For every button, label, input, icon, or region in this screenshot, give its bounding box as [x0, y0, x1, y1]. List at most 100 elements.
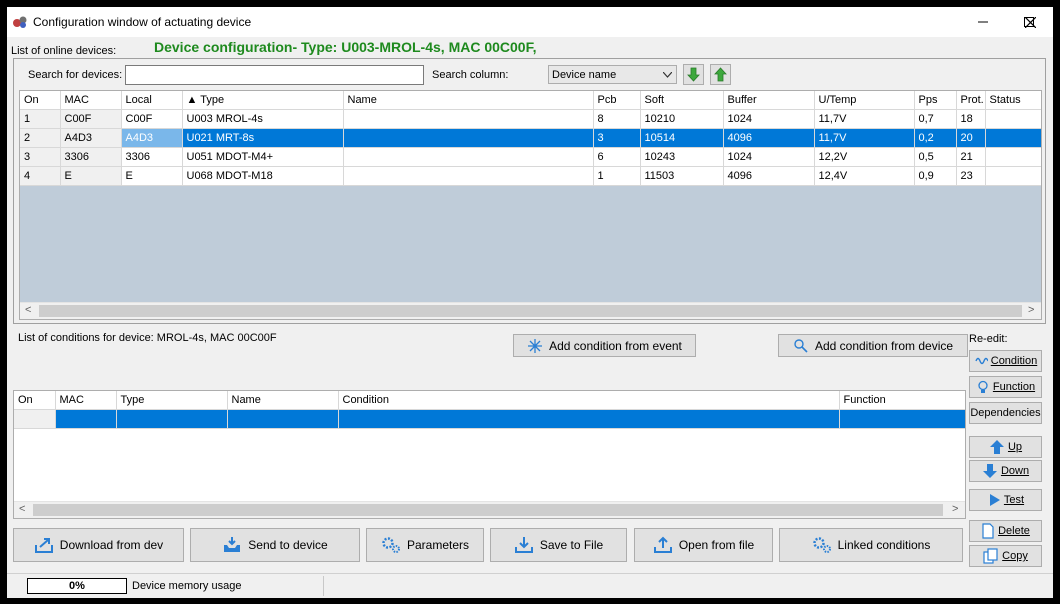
table-cell: C00F	[60, 109, 122, 129]
gears-icon	[812, 537, 831, 553]
add-condition-from-event-label: Add condition from event	[549, 338, 682, 353]
table-cell: E	[60, 166, 122, 186]
column-header[interactable]: ▲ Type	[182, 91, 344, 110]
column-header[interactable]: Local	[121, 91, 183, 110]
table-cell: 11,7V	[814, 109, 915, 129]
column-header[interactable]: Pps	[914, 91, 957, 110]
up-button[interactable]: Up	[969, 436, 1042, 458]
down-button[interactable]: Down	[969, 460, 1042, 482]
scrollbar-thumb[interactable]	[39, 305, 1022, 317]
arrow-up-icon	[989, 440, 1004, 454]
open-from-file-button[interactable]: Open from file	[634, 528, 773, 562]
table-cell: 1	[20, 109, 61, 129]
table-cell: 20	[956, 128, 986, 148]
column-header[interactable]: Type	[116, 391, 228, 410]
sort-down-button[interactable]	[683, 64, 704, 85]
column-header[interactable]: Status	[985, 91, 1041, 110]
devices-header-row: On MAC Local ▲ Type Name Pcb Soft Buffer…	[20, 91, 1041, 110]
upload-arrow-icon	[34, 538, 53, 553]
table-row[interactable]: 4 E E U068 MDOT-M18 1 11503 4096 12,4V 0…	[20, 166, 1041, 186]
function-button[interactable]: Function	[969, 376, 1042, 398]
condition-label: Condition	[990, 355, 1038, 367]
table-cell: 4096	[723, 128, 815, 148]
linked-conditions-button[interactable]: Linked conditions	[779, 528, 963, 562]
sort-up-button[interactable]	[710, 64, 731, 85]
column-header[interactable]: Prot.	[956, 91, 986, 110]
pointer-icon	[794, 338, 808, 353]
table-cell: 3	[20, 147, 61, 167]
save-to-file-label: Save to File	[539, 538, 604, 552]
test-button[interactable]: Test	[969, 489, 1042, 511]
search-column-label: Search column:	[432, 69, 509, 81]
delete-label: Delete	[998, 525, 1030, 537]
table-cell	[227, 409, 339, 429]
table-cell: 10210	[640, 109, 724, 129]
up-label: Up	[1007, 441, 1023, 453]
column-header[interactable]: MAC	[60, 91, 122, 110]
table-row[interactable]: 3 3306 3306 U051 MDOT-M4+ 6 10243 1024 1…	[20, 147, 1041, 167]
close-button[interactable]	[1007, 7, 1053, 37]
window-title: Configuration window of actuating device	[33, 15, 252, 29]
add-condition-from-event-button[interactable]: Add condition from event	[513, 334, 696, 357]
scroll-left-icon[interactable]: <	[25, 304, 31, 316]
dependencies-button[interactable]: Dependencies	[969, 402, 1042, 424]
document-icon	[982, 523, 994, 539]
conditions-table: On MAC Type Name Condition Function	[14, 391, 965, 429]
search-column-select[interactable]: Device name	[548, 65, 677, 84]
arrow-up-icon	[714, 67, 727, 82]
table-cell: C00F	[121, 109, 183, 129]
minimize-button[interactable]	[960, 7, 1006, 37]
table-cell	[343, 128, 594, 148]
scroll-right-icon[interactable]: >	[952, 503, 958, 515]
condition-button[interactable]: Condition	[969, 350, 1042, 372]
save-to-file-button[interactable]: Save to File	[490, 528, 627, 562]
column-header[interactable]: Name	[227, 391, 339, 410]
devices-grid[interactable]: On MAC Local ▲ Type Name Pcb Soft Buffer…	[19, 90, 1042, 320]
table-cell	[338, 409, 840, 429]
devices-table: On MAC Local ▲ Type Name Pcb Soft Buffer…	[20, 91, 1041, 186]
conditions-horizontal-scrollbar[interactable]: < >	[14, 501, 965, 518]
table-cell: 12,4V	[814, 166, 915, 186]
table-cell: 12,2V	[814, 147, 915, 167]
column-header[interactable]: Buffer	[723, 91, 815, 110]
dependencies-label: Dependencies	[970, 407, 1041, 419]
download-from-dev-button[interactable]: Download from dev	[13, 528, 184, 562]
scroll-right-icon[interactable]: >	[1028, 304, 1034, 316]
column-header[interactable]: U/Temp	[814, 91, 915, 110]
table-row[interactable]: 1 C00F C00F U003 MROL-4s 8 10210 1024 11…	[20, 109, 1041, 129]
send-to-device-button[interactable]: Send to device	[190, 528, 360, 562]
search-label: Search for devices:	[28, 69, 123, 81]
search-input[interactable]	[125, 65, 424, 85]
column-header[interactable]: Pcb	[593, 91, 641, 110]
table-cell: 6	[593, 147, 641, 167]
column-header[interactable]: Function	[839, 391, 965, 410]
parameters-button[interactable]: Parameters	[366, 528, 484, 562]
devices-horizontal-scrollbar[interactable]: < >	[20, 302, 1041, 319]
status-bar: 0% Device memory usage	[7, 573, 1053, 598]
column-header[interactable]: Name	[343, 91, 594, 110]
column-header[interactable]: On	[20, 91, 61, 110]
table-cell: 18	[956, 109, 986, 129]
download-from-dev-label: Download from dev	[59, 538, 164, 552]
table-row-selected[interactable]: 2 A4D3 A4D3 U021 MRT-8s 3 10514 4096 11,…	[20, 128, 1041, 148]
add-condition-from-device-button[interactable]: Add condition from device	[778, 334, 968, 357]
table-cell: 0,7	[914, 109, 957, 129]
scrollbar-thumb[interactable]	[33, 504, 943, 516]
copy-icon	[983, 548, 998, 564]
sparkle-icon	[528, 338, 543, 353]
column-header[interactable]: On	[14, 391, 56, 410]
column-header[interactable]: Condition	[338, 391, 840, 410]
table-row-selected[interactable]	[14, 409, 965, 429]
scroll-left-icon[interactable]: <	[19, 503, 25, 515]
column-header[interactable]: Soft	[640, 91, 724, 110]
table-cell: U003 MROL-4s	[182, 109, 344, 129]
memory-progress-bar: 0%	[27, 578, 127, 594]
table-cell: 2	[20, 128, 61, 148]
table-cell: U051 MDOT-M4+	[182, 147, 344, 167]
column-header[interactable]: MAC	[55, 391, 117, 410]
copy-button[interactable]: Copy	[969, 545, 1042, 567]
conditions-grid[interactable]: On MAC Type Name Condition Function < >	[13, 390, 966, 519]
delete-button[interactable]: Delete	[969, 520, 1042, 542]
table-cell	[55, 409, 117, 429]
table-cell: 21	[956, 147, 986, 167]
